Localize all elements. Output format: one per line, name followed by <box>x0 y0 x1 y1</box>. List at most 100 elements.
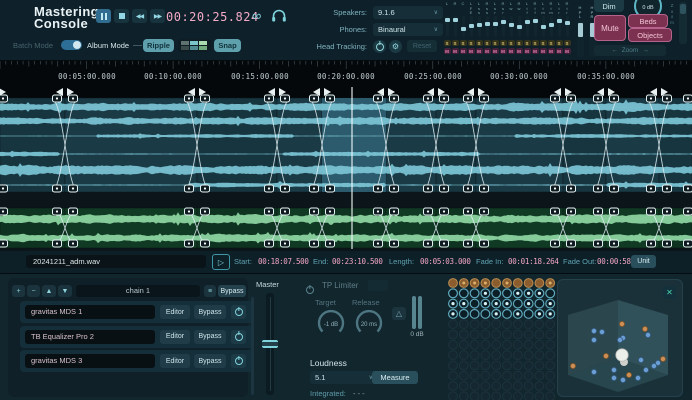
audio-object-dot[interactable] <box>619 321 626 328</box>
loop-icon[interactable]: ∞ <box>252 8 261 23</box>
grid-led[interactable] <box>512 350 523 360</box>
crossfade-handle[interactable] <box>325 94 335 103</box>
end-value[interactable]: 00:23:10.500 <box>332 257 383 266</box>
grid-led[interactable] <box>458 278 469 288</box>
crossfade-handle[interactable] <box>389 94 399 103</box>
grid-led[interactable] <box>534 278 545 288</box>
grid-led[interactable] <box>480 329 491 340</box>
move-up-button[interactable]: ▲ <box>42 285 56 297</box>
mute-button[interactable]: M <box>491 48 499 54</box>
grid-led[interactable] <box>448 370 458 381</box>
crossfade-handle[interactable] <box>264 207 274 216</box>
channel-fader[interactable] <box>532 16 538 36</box>
grid-led[interactable] <box>458 298 469 309</box>
grid-led[interactable] <box>545 391 556 400</box>
close-button[interactable]: ✕ <box>663 286 676 299</box>
grid-led[interactable] <box>491 319 502 330</box>
mute-button[interactable]: M <box>523 48 531 54</box>
crossfade-handle[interactable] <box>423 207 433 216</box>
measure-button[interactable]: Measure <box>372 371 418 384</box>
phones-dropdown[interactable]: Binaural ∨ <box>373 23 443 36</box>
crossfade-handle[interactable] <box>200 207 210 216</box>
grid-led[interactable] <box>523 278 534 288</box>
grid-led[interactable] <box>469 370 480 381</box>
crossfade-handle[interactable] <box>280 94 290 103</box>
zoom-horizontal-slider[interactable]: ← Zoom → <box>594 45 666 56</box>
crossfade-handle[interactable] <box>646 239 656 248</box>
head-tracking-power-button[interactable] <box>373 40 386 53</box>
grid-led[interactable] <box>469 278 480 288</box>
grid-led[interactable] <box>491 370 502 381</box>
solo-button[interactable]: S <box>515 40 523 46</box>
crossfade-handle[interactable] <box>439 207 449 216</box>
head-tracking-reset-button[interactable]: Reset <box>407 40 437 52</box>
forward-button[interactable]: ▶▶ <box>150 9 165 23</box>
grid-led[interactable] <box>534 381 545 391</box>
channel-fader[interactable] <box>540 16 546 36</box>
grid-led[interactable] <box>480 391 491 400</box>
grid-led[interactable] <box>491 298 502 309</box>
grid-led[interactable] <box>480 339 491 350</box>
grid-led[interactable] <box>469 319 480 330</box>
crossfade-handle[interactable] <box>593 184 603 193</box>
channel-fader[interactable] <box>460 16 466 36</box>
crossfade-handle[interactable] <box>423 239 433 248</box>
selected-clip[interactable] <box>322 98 386 192</box>
grid-led[interactable] <box>523 298 534 309</box>
grid-led[interactable] <box>523 319 534 330</box>
grid-led[interactable] <box>502 391 512 400</box>
crossfade-handle[interactable] <box>0 239 8 248</box>
crossfade-handle[interactable] <box>593 239 603 248</box>
crossfade-handle[interactable] <box>325 207 335 216</box>
crossfade-handle[interactable] <box>184 184 194 193</box>
crossfade-handle[interactable] <box>389 207 399 216</box>
beds-button[interactable]: Beds <box>628 14 668 28</box>
grid-led[interactable] <box>501 308 512 319</box>
crossfade-handle[interactable] <box>662 239 672 248</box>
chain-scrollbar[interactable] <box>251 297 254 395</box>
crossfade-handle[interactable] <box>609 239 619 248</box>
crossfade-handle[interactable] <box>68 184 78 193</box>
grid-led[interactable] <box>545 319 556 330</box>
solo-button[interactable]: S <box>547 40 555 46</box>
audio-object-dot[interactable] <box>569 363 576 370</box>
crossfade-handle[interactable] <box>550 239 560 248</box>
grid-led[interactable] <box>534 308 545 319</box>
solo-button[interactable]: S <box>507 40 515 46</box>
grid-led[interactable] <box>534 339 545 350</box>
solo-button[interactable]: S <box>531 40 539 46</box>
grid-led[interactable] <box>480 381 491 391</box>
audio-object-dot[interactable] <box>591 337 598 344</box>
grid-led[interactable] <box>545 329 556 340</box>
crossfade-handle[interactable] <box>200 239 210 248</box>
dim-button[interactable]: Dim <box>594 0 624 12</box>
grid-led[interactable] <box>523 360 534 371</box>
mute-button[interactable]: M <box>443 48 451 54</box>
grid-led[interactable] <box>448 360 458 371</box>
grid-led[interactable] <box>491 278 502 288</box>
grid-led[interactable] <box>469 288 480 299</box>
crossfade-handle[interactable] <box>280 184 290 193</box>
audio-object-dot[interactable] <box>626 372 633 379</box>
grid-led[interactable] <box>469 360 480 371</box>
audio-clip[interactable] <box>196 97 278 193</box>
crossfade-handle[interactable] <box>423 94 433 103</box>
grid-led[interactable] <box>448 381 458 391</box>
grid-led[interactable] <box>469 308 480 319</box>
add-plugin-button[interactable]: + <box>12 285 25 297</box>
grid-led[interactable] <box>491 339 502 350</box>
crossfade-handle[interactable] <box>646 94 656 103</box>
crossfade-handle[interactable] <box>309 239 319 248</box>
grid-led[interactable] <box>458 391 469 400</box>
audio-clip[interactable] <box>0 97 66 193</box>
mute-button[interactable]: M <box>483 48 491 54</box>
crossfade-handle[interactable] <box>463 94 473 103</box>
remove-plugin-button[interactable]: − <box>27 285 40 297</box>
crossfade-handle[interactable] <box>479 207 489 216</box>
plugin-bypass-button[interactable]: Bypass <box>194 305 226 319</box>
solo-button[interactable]: S <box>475 40 483 46</box>
head-tracking-settings-button[interactable]: ⚙ <box>389 40 402 53</box>
channel-fader[interactable] <box>516 16 522 36</box>
mute-button[interactable]: M <box>499 48 507 54</box>
crossfade-handle[interactable] <box>550 184 560 193</box>
